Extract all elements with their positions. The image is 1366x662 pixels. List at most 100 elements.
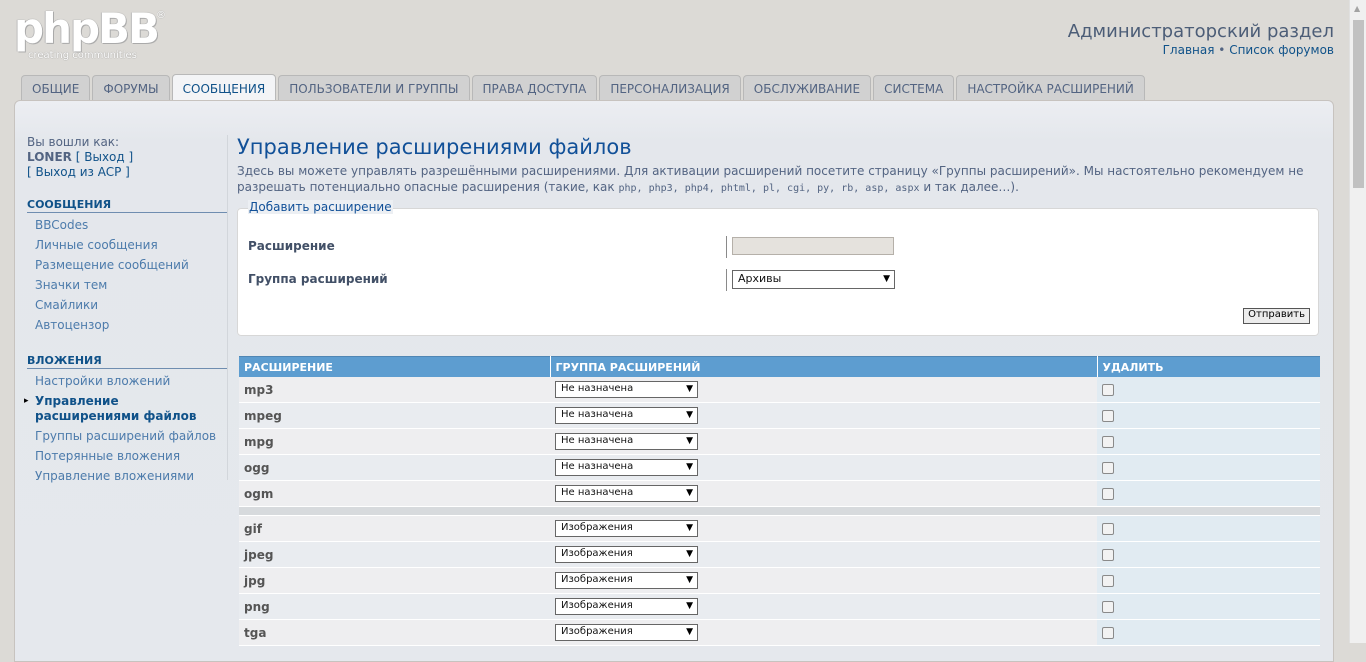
group-cell: Изображения ▼ bbox=[550, 619, 1097, 646]
intro-code-list: php, php3, php4, phtml, pl, cgi, py, rb,… bbox=[618, 183, 920, 194]
row-group-select[interactable]: Изображения ▼ bbox=[555, 572, 698, 589]
sidebar-item-extension-groups[interactable]: Группы расширений файлов bbox=[27, 429, 227, 444]
table-row: gif Изображения ▼ bbox=[239, 515, 1320, 542]
tab-forums[interactable]: Форумы bbox=[92, 75, 170, 100]
tab-users-groups[interactable]: Пользователи и группы bbox=[278, 75, 470, 100]
link-separator: • bbox=[1218, 43, 1226, 57]
delete-checkbox[interactable] bbox=[1102, 523, 1114, 535]
row-group-select[interactable]: Не назначена ▼ bbox=[555, 381, 698, 398]
tab-posting[interactable]: Сообщения bbox=[171, 74, 277, 101]
dropdown-arrow-icon: ▼ bbox=[686, 488, 693, 498]
dropdown-arrow-icon: ▼ bbox=[686, 436, 693, 446]
dropdown-arrow-icon: ▼ bbox=[686, 601, 693, 611]
col-header-delete: Удалить bbox=[1097, 356, 1320, 377]
delete-checkbox[interactable] bbox=[1102, 488, 1114, 500]
delete-checkbox[interactable] bbox=[1102, 462, 1114, 474]
row-group-value: Изображения bbox=[561, 548, 633, 559]
group-cell: Не назначена ▼ bbox=[550, 454, 1097, 481]
group-cell: Изображения ▼ bbox=[550, 515, 1097, 542]
sidebar: Вы вошли как: LONER [ Выход ] [ Выход из… bbox=[24, 135, 227, 484]
extension-group-select[interactable]: Архивы ▼ bbox=[732, 270, 895, 289]
intro-text-end: и так далее…). bbox=[919, 180, 1019, 194]
row-group-select[interactable]: Изображения ▼ bbox=[555, 624, 698, 641]
home-link[interactable]: Главная bbox=[1163, 43, 1215, 57]
delete-checkbox[interactable] bbox=[1102, 410, 1114, 422]
extension-name: jpg bbox=[239, 567, 550, 594]
table-row: ogg Не назначена ▼ bbox=[239, 454, 1320, 481]
sidebar-item-orphan-attachments[interactable]: Потерянные вложения bbox=[27, 449, 227, 464]
tab-maintenance[interactable]: Обслуживание bbox=[742, 75, 872, 100]
sidebar-item-topic-icons[interactable]: Значки тем bbox=[27, 278, 227, 293]
row-group-select[interactable]: Не назначена ▼ bbox=[555, 433, 698, 450]
row-group-select[interactable]: Не назначена ▼ bbox=[555, 459, 698, 476]
scroll-up-icon[interactable]: ▲ bbox=[1354, 4, 1360, 13]
extension-name: ogm bbox=[239, 480, 550, 507]
row-group-value: Изображения bbox=[561, 574, 633, 585]
delete-cell bbox=[1097, 454, 1320, 481]
table-row: mp3 Не назначена ▼ bbox=[239, 377, 1320, 403]
page-intro: Здесь вы можете управлять разрешёнными р… bbox=[237, 163, 1317, 197]
tab-permissions[interactable]: Права доступа bbox=[471, 75, 598, 100]
extension-group-value: Архивы bbox=[738, 272, 782, 285]
row-group-select[interactable]: Не назначена ▼ bbox=[555, 407, 698, 424]
tab-extensions-settings[interactable]: Настройка расширений bbox=[956, 75, 1145, 100]
delete-checkbox[interactable] bbox=[1102, 627, 1114, 639]
dropdown-arrow-icon: ▼ bbox=[686, 575, 693, 585]
sidebar-item-attachment-settings[interactable]: Настройки вложений bbox=[27, 374, 227, 389]
row-group-select[interactable]: Не назначена ▼ bbox=[555, 485, 698, 502]
sidebar-item-word-censor[interactable]: Автоцензор bbox=[27, 318, 227, 333]
main-tabs: Общие Форумы Сообщения Пользователи и гр… bbox=[21, 74, 1145, 101]
page-scrollbar[interactable]: ▲ bbox=[1349, 0, 1366, 643]
extension-name: tga bbox=[239, 619, 550, 646]
scrollbar-thumb[interactable] bbox=[1353, 20, 1364, 188]
delete-checkbox[interactable] bbox=[1102, 384, 1114, 396]
logout-acp-link[interactable]: [ Выход из ACP ] bbox=[27, 165, 130, 179]
group-cell: Не назначена ▼ bbox=[550, 480, 1097, 507]
row-group-value: Не назначена bbox=[561, 487, 634, 498]
dropdown-arrow-icon: ▼ bbox=[686, 627, 693, 637]
sidebar-item-manage-extensions[interactable]: Управление расширениями файлов bbox=[24, 394, 227, 424]
delete-checkbox[interactable] bbox=[1102, 549, 1114, 561]
sidebar-section-messages: Сообщения bbox=[27, 198, 227, 213]
col-header-extension: Расширение bbox=[239, 356, 551, 377]
sidebar-item-posting[interactable]: Размещение сообщений bbox=[27, 258, 227, 273]
add-extension-legend: Добавить расширение bbox=[248, 200, 393, 214]
delete-cell bbox=[1097, 428, 1320, 455]
sidebar-item-smilies[interactable]: Смайлики bbox=[27, 298, 227, 313]
logged-in-label: Вы вошли как: bbox=[27, 135, 120, 149]
table-row: mpeg Не назначена ▼ bbox=[239, 402, 1320, 429]
tab-system[interactable]: Система bbox=[873, 75, 955, 100]
row-group-select[interactable]: Изображения ▼ bbox=[555, 520, 698, 537]
phpbb-logo[interactable]: phpBB ® creating communities bbox=[14, 8, 166, 62]
tab-customise[interactable]: Персонализация bbox=[599, 75, 741, 100]
sidebar-item-bbcodes[interactable]: BBCodes bbox=[27, 218, 227, 233]
row-group-select[interactable]: Изображения ▼ bbox=[555, 546, 698, 563]
sidebar-item-private-messages[interactable]: Личные сообщения bbox=[27, 238, 227, 253]
tab-general[interactable]: Общие bbox=[21, 75, 91, 100]
extension-name: mpg bbox=[239, 428, 550, 455]
delete-checkbox[interactable] bbox=[1102, 575, 1114, 587]
dropdown-arrow-icon: ▼ bbox=[686, 523, 693, 533]
add-extension-fieldset: Добавить расширение Расширение Группа ра… bbox=[237, 200, 1319, 336]
extensions-table: Расширение Группа расширений Удалить mp3… bbox=[239, 356, 1320, 646]
row-group-select[interactable]: Изображения ▼ bbox=[555, 598, 698, 615]
extensions-table-body: mp3 Не назначена ▼ mpeg Не назначена ▼ mpg Не н… bbox=[239, 377, 1320, 646]
logout-link[interactable]: [ Выход ] bbox=[76, 150, 133, 164]
row-group-value: Не назначена bbox=[561, 383, 634, 394]
group-cell: Не назначена ▼ bbox=[550, 377, 1097, 403]
extension-input[interactable] bbox=[732, 237, 894, 255]
submit-button[interactable]: Отправить bbox=[1243, 308, 1310, 324]
forum-list-link[interactable]: Список форумов bbox=[1229, 43, 1334, 57]
table-row: mpg Не назначена ▼ bbox=[239, 428, 1320, 455]
group-cell: Не назначена ▼ bbox=[550, 428, 1097, 455]
dropdown-arrow-icon: ▼ bbox=[686, 384, 693, 394]
extension-name: mpeg bbox=[239, 402, 550, 429]
dropdown-arrow-icon: ▼ bbox=[883, 274, 890, 284]
delete-checkbox[interactable] bbox=[1102, 436, 1114, 448]
sidebar-item-manage-attachments[interactable]: Управление вложениями bbox=[27, 469, 227, 484]
delete-checkbox[interactable] bbox=[1102, 601, 1114, 613]
logo-registered-mark: ® bbox=[156, 10, 166, 21]
main-content: Управление расширениями файлов Здесь вы … bbox=[237, 135, 1320, 197]
row-group-value: Изображения bbox=[561, 522, 633, 533]
extension-group-label: Группа расширений bbox=[248, 272, 388, 286]
